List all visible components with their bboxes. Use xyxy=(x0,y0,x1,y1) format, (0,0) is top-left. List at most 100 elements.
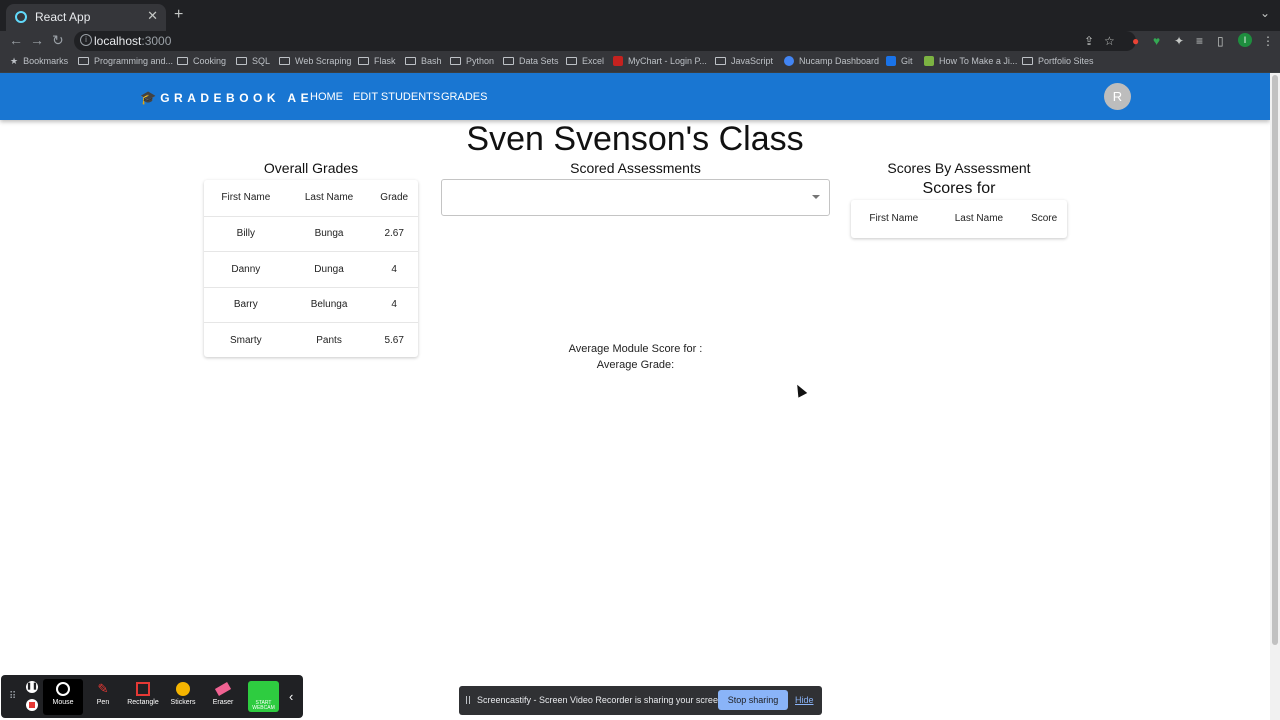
dropdown-arrow-icon[interactable] xyxy=(812,195,820,199)
tool-rectangle[interactable]: Rectangle xyxy=(123,679,163,715)
table-row: Smarty Pants 5.67 xyxy=(204,322,418,358)
bookmark-folder[interactable]: Cooking xyxy=(177,56,226,66)
table-row: Billy Bunga 2.67 xyxy=(204,215,418,252)
folder-icon xyxy=(279,57,290,65)
bookmark-item[interactable]: MyChart - Login P... xyxy=(613,56,707,66)
brand-logo[interactable]: 🎓 GRADEBOOK AE xyxy=(140,90,313,106)
folder-icon xyxy=(503,57,514,65)
folder-icon xyxy=(405,57,416,65)
assessment-select[interactable] xyxy=(441,179,830,216)
scrollbar-thumb[interactable] xyxy=(1272,75,1278,645)
column-header[interactable]: Score xyxy=(1021,200,1067,236)
bookmark-folder[interactable]: Bash xyxy=(405,56,442,66)
side-panel-icon[interactable]: ▯ xyxy=(1217,34,1224,48)
column-header[interactable]: Grade xyxy=(370,180,418,216)
bookmarks-bar: ★ Bookmarks Programming and... Cooking SQ… xyxy=(0,52,1280,73)
pause-icon[interactable]: ❚❚ xyxy=(26,681,38,693)
bookmark-folder[interactable]: Portfolio Sites xyxy=(1022,56,1094,66)
last-name-cell: Dunga xyxy=(287,251,371,287)
forward-icon[interactable]: → xyxy=(30,32,44,48)
last-name-cell: Bunga xyxy=(287,215,371,252)
first-name-cell: Billy xyxy=(204,215,288,252)
bookmark-item[interactable]: Nucamp Dashboard xyxy=(784,56,879,66)
column-header[interactable]: Last Name xyxy=(937,200,1022,236)
column-header[interactable]: Last Name xyxy=(288,180,371,216)
graduation-cap-icon: 🎓 xyxy=(140,90,157,105)
table-header-row: First Name Last Name Score xyxy=(851,200,1067,236)
bookmark-folder[interactable]: Flask xyxy=(358,56,396,66)
bookmark-folder[interactable]: Python xyxy=(450,56,494,66)
bookmark-item[interactable]: Git xyxy=(886,56,913,66)
stop-sharing-button[interactable]: Stop sharing xyxy=(718,690,788,710)
bookmark-folder[interactable]: Programming and... xyxy=(78,56,173,66)
tool-mouse[interactable]: Mouse xyxy=(43,679,83,715)
page-scrollbar[interactable] xyxy=(1270,73,1280,720)
tab-title: React App xyxy=(35,10,91,24)
extensions-puzzle-icon[interactable]: ✦ xyxy=(1174,34,1184,48)
reading-list-icon[interactable]: ≡ xyxy=(1196,34,1203,48)
grip-icon[interactable] xyxy=(466,696,470,704)
app-bar: 🎓 GRADEBOOK AE HOME EDIT STUDENTS GRADES … xyxy=(0,73,1270,120)
nav-home[interactable]: HOME xyxy=(310,91,343,103)
extension-screencastify-icon[interactable]: ● xyxy=(1132,34,1139,48)
first-name-cell: Barry xyxy=(204,286,288,323)
back-icon[interactable]: ← xyxy=(9,32,23,48)
reload-icon[interactable]: ↻ xyxy=(52,32,64,49)
bookmark-folder[interactable]: Data Sets xyxy=(503,56,559,66)
page-title: Sven Svenson's Class xyxy=(466,120,804,158)
drag-handle-icon[interactable]: ⠿ xyxy=(9,691,16,702)
column-header[interactable]: First Name xyxy=(851,200,937,236)
tool-pen[interactable]: ✎ Pen xyxy=(83,679,123,715)
new-tab-icon[interactable]: + xyxy=(174,6,183,24)
screencastify-dock: ⠿ ❚❚ Mouse ✎ Pen Rectangle Stickers Erase… xyxy=(1,675,303,718)
last-name-cell: Belunga xyxy=(287,286,371,323)
extension-heart-icon[interactable]: ♥ xyxy=(1153,34,1160,48)
bookmark-folder[interactable]: Web Scraping xyxy=(279,56,351,66)
nav-grades[interactable]: GRADES xyxy=(441,91,487,103)
start-webcam-button[interactable]: START WEBCAM xyxy=(248,681,279,712)
column-header[interactable]: First Name xyxy=(204,180,288,216)
browser-tab[interactable]: React App ✕ xyxy=(6,4,166,31)
folder-icon xyxy=(236,57,247,65)
user-avatar[interactable]: R xyxy=(1104,83,1131,110)
browser-toolbar: ← → ↻ i localhost:3000 ⇪ ☆ ● ♥ ✦ ≡ ▯ I ⋮ xyxy=(0,31,1280,52)
tool-eraser[interactable]: Eraser xyxy=(203,679,243,715)
scored-assessments-title: Scored Assessments xyxy=(570,160,701,176)
folder-icon xyxy=(358,57,369,65)
menu-icon[interactable]: ⋮ xyxy=(1262,34,1274,48)
grade-cell: 4 xyxy=(370,251,418,287)
grade-cell: 2.67 xyxy=(370,215,418,252)
howto-icon xyxy=(924,56,934,66)
sharing-message: Screencastify - Screen Video Recorder is… xyxy=(477,695,726,705)
hide-link[interactable]: Hide xyxy=(795,695,814,705)
sticker-icon xyxy=(176,682,190,696)
close-tab-icon[interactable]: ✕ xyxy=(147,8,158,24)
bookmark-star-icon[interactable]: ☆ xyxy=(1104,34,1115,48)
nav-edit-students[interactable]: EDIT STUDENTS xyxy=(353,91,440,103)
profile-avatar[interactable]: I xyxy=(1238,33,1252,47)
table-row: Danny Dunga 4 xyxy=(204,251,418,287)
screen-sharing-bar: Screencastify - Screen Video Recorder is… xyxy=(459,686,822,715)
stop-recording-button[interactable] xyxy=(26,699,38,711)
mouse-cursor-icon xyxy=(792,382,808,398)
table-row: Barry Belunga 4 xyxy=(204,286,418,323)
first-name-cell: Danny xyxy=(204,251,288,287)
bookmark-item[interactable]: ★ Bookmarks xyxy=(10,56,68,67)
collapse-chevron-icon[interactable]: ‹ xyxy=(289,689,293,704)
address-bar[interactable]: i localhost:3000 ⇪ ☆ xyxy=(74,31,1136,51)
react-favicon-icon xyxy=(15,11,27,23)
folder-icon xyxy=(78,57,89,65)
tab-search-icon[interactable]: ⌄ xyxy=(1260,6,1270,20)
browser-tabstrip: React App ✕ + ⌄ xyxy=(0,0,1280,31)
bookmark-folder[interactable]: JavaScript xyxy=(715,56,773,66)
share-icon[interactable]: ⇪ xyxy=(1084,34,1094,48)
eraser-icon xyxy=(214,682,232,696)
site-info-icon[interactable]: i xyxy=(80,34,92,46)
tool-stickers[interactable]: Stickers xyxy=(163,679,203,715)
folder-icon xyxy=(566,57,577,65)
bookmark-folder[interactable]: SQL xyxy=(236,56,270,66)
bookmark-item[interactable]: How To Make a Ji... xyxy=(924,56,1017,66)
folder-icon xyxy=(1022,57,1033,65)
bookmark-folder[interactable]: Excel xyxy=(566,56,604,66)
grade-cell: 5.67 xyxy=(370,322,418,358)
